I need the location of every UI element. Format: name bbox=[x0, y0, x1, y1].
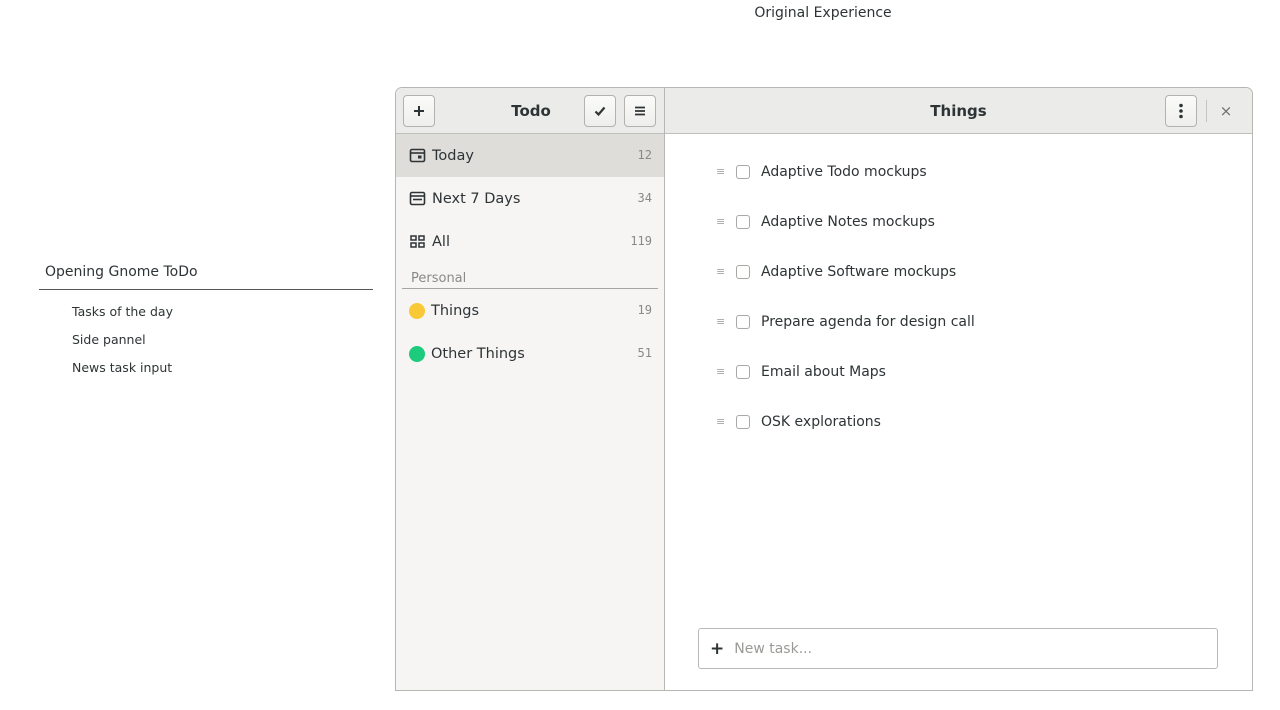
drag-handle-icon[interactable]: ≡ bbox=[716, 166, 725, 178]
drag-handle-icon[interactable]: ≡ bbox=[716, 316, 725, 328]
page-caption: Original Experience bbox=[754, 5, 892, 21]
app-title: Todo bbox=[511, 102, 551, 120]
list-color-dot bbox=[409, 302, 425, 319]
add-list-button[interactable] bbox=[403, 95, 435, 127]
outline-title: Opening Gnome ToDo bbox=[39, 264, 373, 290]
task-row: ≡ Adaptive Software mockups bbox=[716, 247, 1252, 297]
task-row: ≡ Adaptive Notes mockups bbox=[716, 197, 1252, 247]
section-header-personal: Personal bbox=[402, 263, 658, 289]
item-count: 119 bbox=[630, 234, 652, 248]
sidebar-item-label: Today bbox=[432, 147, 474, 164]
sidebar-item-label: Things bbox=[431, 302, 480, 319]
header-separator bbox=[1206, 100, 1207, 122]
sidebar-item-today[interactable]: Today 12 bbox=[396, 134, 664, 177]
task-row: ≡ Prepare agenda for design call bbox=[716, 297, 1252, 347]
task-checkbox[interactable] bbox=[736, 365, 750, 379]
task-checkbox[interactable] bbox=[736, 165, 750, 179]
list-title: Things bbox=[930, 102, 987, 120]
close-button[interactable]: × bbox=[1215, 100, 1237, 122]
task-title[interactable]: OSK explorations bbox=[761, 414, 881, 430]
sidebar-item-other-things[interactable]: Other Things 51 bbox=[396, 332, 664, 375]
sidebar-item-label: Other Things bbox=[431, 345, 525, 362]
task-checkbox[interactable] bbox=[736, 265, 750, 279]
new-task-entry[interactable]: + bbox=[698, 628, 1218, 669]
item-count: 34 bbox=[637, 191, 652, 205]
hamburger-menu-icon bbox=[635, 106, 645, 116]
list-color-dot bbox=[409, 345, 425, 362]
sidebar-list: Today 12 Next 7 Days 34 All 119 Personal… bbox=[396, 134, 664, 375]
sidebar-item-label: Next 7 Days bbox=[432, 190, 521, 207]
main-headerbar: Things × bbox=[665, 88, 1252, 134]
todo-window: Todo Today 12 Next 7 Days 34 All 119 Per… bbox=[395, 87, 1253, 691]
more-options-button[interactable] bbox=[1165, 95, 1197, 127]
item-count: 19 bbox=[637, 303, 652, 317]
drag-handle-icon[interactable]: ≡ bbox=[716, 266, 725, 278]
task-title[interactable]: Adaptive Software mockups bbox=[761, 264, 956, 280]
outline-item: Tasks of the day bbox=[72, 304, 173, 319]
task-list: ≡ Adaptive Todo mockups ≡ Adaptive Notes… bbox=[665, 134, 1252, 447]
check-button[interactable] bbox=[584, 95, 616, 127]
new-task-input[interactable] bbox=[732, 639, 1217, 658]
outline-list: Tasks of the day Side pannel News task i… bbox=[39, 302, 373, 386]
checkmark-icon bbox=[594, 106, 606, 117]
item-count: 51 bbox=[637, 346, 652, 360]
task-title[interactable]: Email about Maps bbox=[761, 364, 886, 380]
task-checkbox[interactable] bbox=[736, 215, 750, 229]
sidebar-item-label: All bbox=[432, 233, 450, 250]
kebab-menu-icon bbox=[1179, 103, 1183, 119]
plus-icon bbox=[414, 106, 424, 116]
task-checkbox[interactable] bbox=[736, 315, 750, 329]
drag-handle-icon[interactable]: ≡ bbox=[716, 416, 725, 428]
drag-handle-icon[interactable]: ≡ bbox=[716, 216, 725, 228]
sidebar-item-next-7-days[interactable]: Next 7 Days 34 bbox=[396, 177, 664, 220]
task-row: ≡ Email about Maps bbox=[716, 347, 1252, 397]
sidebar-item-all[interactable]: All 119 bbox=[396, 220, 664, 263]
outline-panel: Opening Gnome ToDo Tasks of the day Side… bbox=[39, 264, 373, 386]
task-title[interactable]: Prepare agenda for design call bbox=[761, 314, 975, 330]
sidebar: Todo Today 12 Next 7 Days 34 All 119 Per… bbox=[396, 88, 665, 690]
grid-icon bbox=[410, 235, 425, 248]
task-checkbox[interactable] bbox=[736, 415, 750, 429]
task-title[interactable]: Adaptive Todo mockups bbox=[761, 164, 927, 180]
task-title[interactable]: Adaptive Notes mockups bbox=[761, 214, 935, 230]
task-row: ≡ Adaptive Todo mockups bbox=[716, 147, 1252, 197]
sidebar-item-things[interactable]: Things 19 bbox=[396, 289, 664, 332]
outline-item: News task input bbox=[72, 360, 173, 375]
outline-item: Side pannel bbox=[72, 332, 146, 347]
plus-icon: + bbox=[710, 638, 725, 659]
task-row: ≡ OSK explorations bbox=[716, 397, 1252, 447]
sidebar-headerbar: Todo bbox=[396, 88, 664, 134]
main-panel: Things × ≡ Adaptive Todo mockups ≡ Adapt… bbox=[665, 88, 1252, 690]
item-count: 12 bbox=[637, 148, 652, 162]
calendar-today-icon bbox=[409, 148, 426, 163]
drag-handle-icon[interactable]: ≡ bbox=[716, 366, 725, 378]
calendar-week-icon bbox=[409, 191, 426, 206]
main-menu-button[interactable] bbox=[624, 95, 656, 127]
close-icon: × bbox=[1219, 102, 1233, 120]
